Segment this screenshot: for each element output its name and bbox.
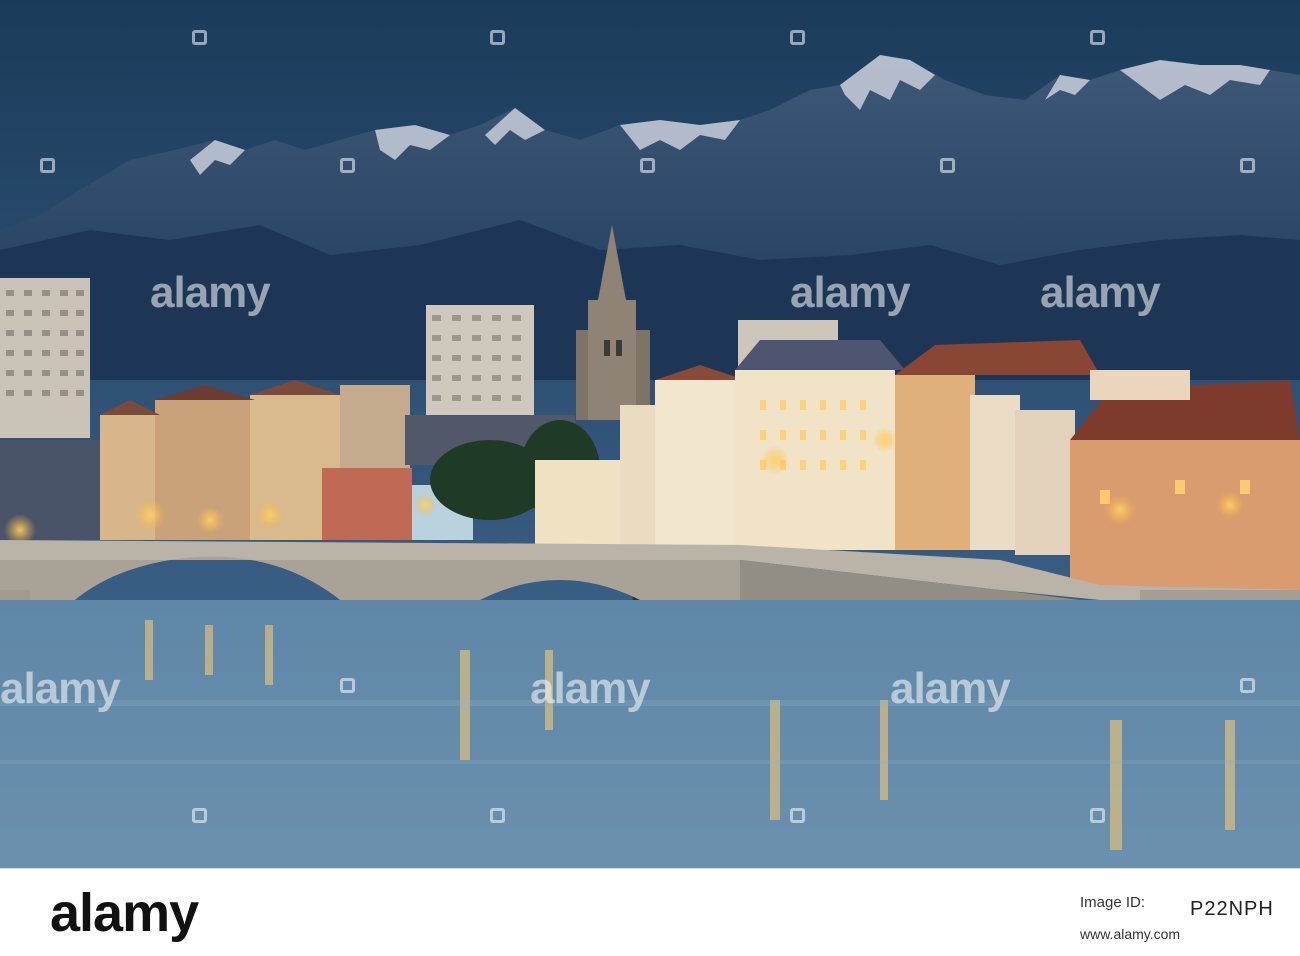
watermark-mark <box>192 30 207 45</box>
red-building <box>322 468 412 540</box>
photo: alamy alamy alamy alamy alamy alamy <box>0 0 1300 868</box>
tower-middle <box>426 305 534 415</box>
brand-logo: alamy <box>50 883 199 943</box>
watermark-mark <box>640 158 655 173</box>
footer-bar: alamy Image ID: P22NPH www.alamy.com <box>0 868 1300 956</box>
watermark-mark <box>1090 808 1105 823</box>
watermark-mark <box>490 808 505 823</box>
watermark-mark <box>192 808 207 823</box>
footer-divider <box>0 868 1300 869</box>
watermark-mark <box>1240 678 1255 693</box>
tower-left <box>0 278 90 438</box>
watermark-mark <box>940 158 955 173</box>
watermark-mark <box>1090 30 1105 45</box>
watermark-mark <box>1240 158 1255 173</box>
watermark-mark <box>340 678 355 693</box>
scene-illustration <box>0 0 1300 868</box>
watermark-mark <box>340 158 355 173</box>
image-id: P22NPH <box>1190 898 1274 920</box>
watermark-mark <box>790 808 805 823</box>
watermark-mark <box>790 30 805 45</box>
watermark-mark <box>490 30 505 45</box>
watermark-mark <box>40 158 55 173</box>
site-url: www.alamy.com <box>1080 926 1181 942</box>
